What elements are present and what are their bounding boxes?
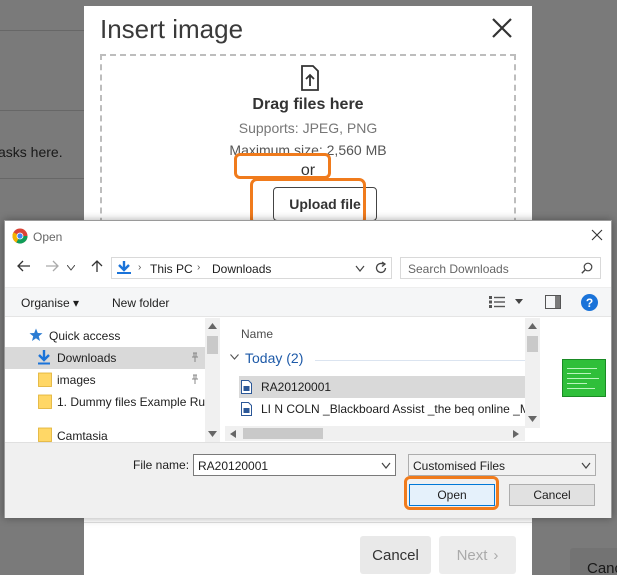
file-name-label: File name: bbox=[133, 458, 190, 472]
folder-icon bbox=[38, 394, 52, 409]
document-icon bbox=[241, 402, 252, 416]
search-input[interactable]: Search Downloads bbox=[400, 257, 601, 279]
organise-menu[interactable]: Organise ▾ bbox=[21, 296, 79, 310]
file-list: Name Today (2) RA20120001 LI N COLN _Bla… bbox=[225, 318, 525, 428]
file-type-value: Customised Files bbox=[413, 459, 506, 473]
chevron-down-icon[interactable] bbox=[230, 354, 239, 360]
help-icon[interactable]: ? bbox=[581, 294, 598, 311]
file-name: LI N COLN _Blackboard Assist _the beq on… bbox=[261, 402, 525, 416]
nav-item-camtasia[interactable]: Camtasia bbox=[5, 413, 205, 442]
new-folder-button[interactable]: New folder bbox=[112, 296, 169, 310]
supported-formats: Supports: JPEG, PNG bbox=[238, 120, 378, 136]
nav-item-images[interactable]: images bbox=[5, 369, 205, 391]
breadcrumb-this-pc[interactable]: This PC bbox=[150, 262, 193, 276]
file-row[interactable]: LI N COLN _Blackboard Assist _the beq on… bbox=[239, 398, 525, 420]
refresh-icon[interactable] bbox=[374, 261, 388, 275]
preview-thumbnail bbox=[562, 359, 606, 397]
back-arrow-icon[interactable] bbox=[17, 259, 31, 273]
column-header-name[interactable]: Name bbox=[241, 327, 273, 341]
dialog-titlebar: Open bbox=[5, 221, 611, 251]
chevron-down-icon[interactable] bbox=[515, 299, 523, 304]
nav-item-dummy-files[interactable]: 1. Dummy files Example Rul bbox=[5, 391, 205, 413]
file-list-scrollbar[interactable] bbox=[525, 318, 540, 428]
search-placeholder: Search Downloads bbox=[408, 262, 509, 276]
next-button[interactable]: Next › bbox=[439, 536, 516, 574]
dropzone-heading: Drag files here bbox=[252, 96, 364, 113]
pin-icon[interactable] bbox=[190, 352, 200, 362]
nav-item-quick-access[interactable]: Quick access bbox=[5, 325, 205, 347]
nav-item-downloads[interactable]: Downloads bbox=[5, 347, 205, 369]
chevron-down-icon[interactable] bbox=[381, 462, 391, 469]
footer-divider bbox=[84, 522, 532, 523]
chevron-right-icon: › bbox=[493, 546, 499, 564]
highlight-upload-button bbox=[250, 178, 366, 226]
highlight-open-button bbox=[404, 476, 499, 510]
file-name-input[interactable]: RA20120001 bbox=[193, 454, 396, 476]
download-arrow-icon bbox=[38, 350, 50, 365]
up-arrow-icon[interactable] bbox=[91, 259, 103, 273]
breadcrumb-separator: › bbox=[138, 262, 142, 273]
chrome-logo-icon bbox=[12, 228, 28, 244]
star-icon bbox=[29, 328, 43, 341]
search-icon bbox=[581, 262, 593, 274]
pin-icon[interactable] bbox=[190, 374, 200, 384]
dialog-title: Open bbox=[33, 230, 63, 244]
breadcrumb-separator: › bbox=[197, 262, 201, 273]
forward-arrow-icon[interactable] bbox=[45, 259, 59, 273]
document-icon bbox=[241, 380, 252, 394]
file-name: RA20120001 bbox=[261, 380, 332, 394]
scrollbar-thumb[interactable] bbox=[243, 428, 323, 439]
upload-file-icon bbox=[301, 65, 319, 91]
folder-icon bbox=[38, 372, 52, 387]
scroll-down-icon[interactable] bbox=[208, 431, 217, 437]
scroll-up-icon[interactable] bbox=[208, 323, 217, 329]
group-header-today[interactable]: Today (2) bbox=[245, 350, 303, 366]
preview-pane-icon[interactable] bbox=[545, 295, 561, 309]
scrollbar-thumb[interactable] bbox=[207, 336, 218, 354]
nav-pane-scrollbar[interactable] bbox=[205, 318, 220, 442]
scrollbar-thumb[interactable] bbox=[527, 336, 538, 352]
file-list-hscrollbar[interactable] bbox=[225, 426, 525, 441]
chevron-down-icon bbox=[581, 462, 591, 469]
scroll-left-icon[interactable] bbox=[230, 430, 236, 438]
file-row[interactable]: RA20120001 bbox=[239, 376, 525, 398]
dialog-toolbar: Organise ▾ New folder ? bbox=[5, 287, 611, 317]
cancel-button[interactable]: Cancel bbox=[360, 536, 431, 574]
close-icon[interactable] bbox=[490, 16, 514, 40]
next-label: Next bbox=[456, 546, 488, 564]
navigation-pane: Quick access Downloads images 1. Dummy f… bbox=[5, 318, 220, 442]
download-arrow-icon bbox=[117, 261, 131, 274]
scroll-right-icon[interactable] bbox=[513, 430, 519, 438]
scroll-up-icon[interactable] bbox=[528, 323, 537, 329]
modal-title: Insert image bbox=[100, 14, 244, 44]
close-icon[interactable] bbox=[591, 229, 603, 241]
group-divider bbox=[315, 360, 525, 361]
file-name-value: RA20120001 bbox=[198, 459, 269, 473]
file-type-select[interactable]: Customised Files bbox=[408, 454, 596, 476]
breadcrumb-downloads[interactable]: Downloads bbox=[212, 262, 271, 276]
highlight-selected-file bbox=[234, 153, 331, 179]
address-bar[interactable]: › This PC › Downloads bbox=[111, 257, 392, 279]
dialog-footer: File name: RA20120001 Customised Files O… bbox=[5, 442, 611, 518]
view-options-icon[interactable] bbox=[489, 296, 505, 308]
open-file-dialog: Open › This PC › Downloads Search Downlo bbox=[4, 220, 612, 518]
chevron-down-icon[interactable] bbox=[67, 265, 75, 271]
folder-icon bbox=[38, 427, 52, 442]
cancel-button[interactable]: Cancel bbox=[509, 484, 595, 506]
scroll-down-icon[interactable] bbox=[528, 416, 537, 422]
chevron-down-icon[interactable] bbox=[355, 265, 365, 272]
